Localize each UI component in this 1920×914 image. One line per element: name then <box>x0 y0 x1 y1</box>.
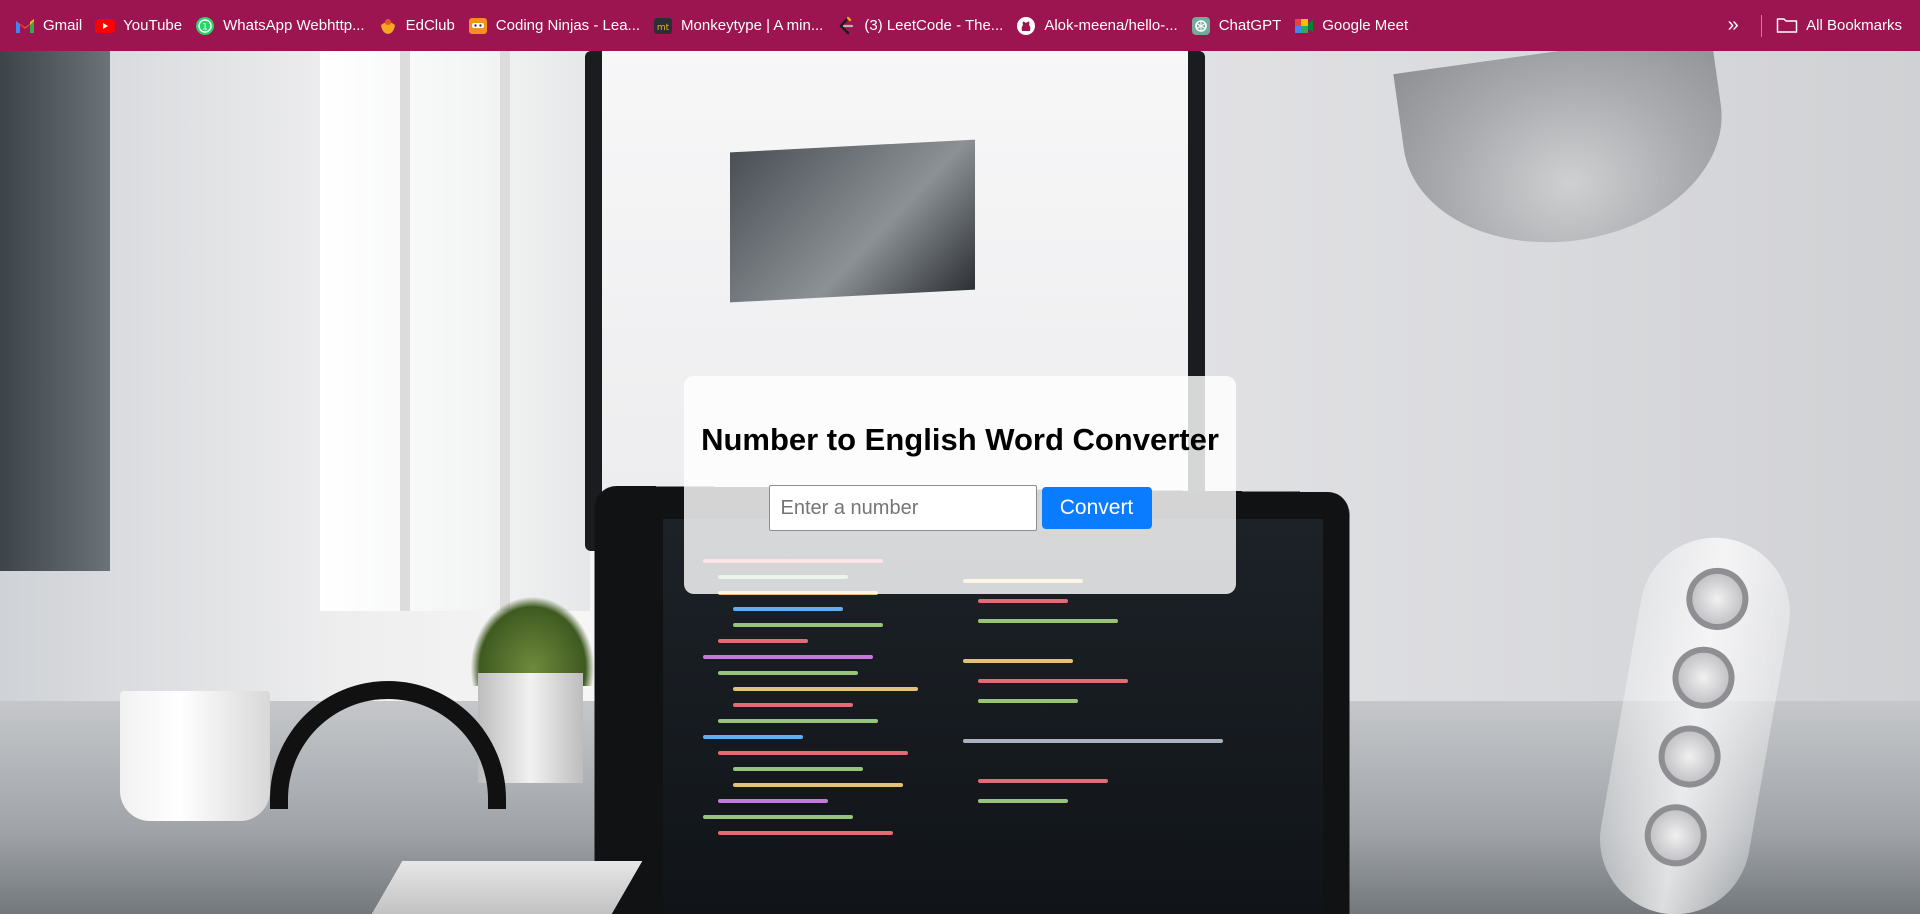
code-line <box>733 623 883 627</box>
all-bookmarks-label: All Bookmarks <box>1806 17 1902 34</box>
coffee-mug <box>120 691 270 821</box>
code-line <box>963 739 1223 743</box>
leetcode-icon <box>836 16 856 36</box>
code-line <box>718 799 828 803</box>
code-line <box>978 679 1128 683</box>
monitor-photo <box>730 139 975 303</box>
code-line <box>733 703 853 707</box>
speaker-ring <box>1667 641 1740 714</box>
code-line <box>733 607 843 611</box>
svg-text:mt: mt <box>657 23 670 33</box>
all-bookmarks-button[interactable]: All Bookmarks <box>1776 16 1920 36</box>
code-line <box>733 767 863 771</box>
code-line <box>963 659 1073 663</box>
google-meet-icon <box>1294 16 1314 36</box>
window <box>320 51 590 611</box>
desk-lamp <box>1393 51 1737 263</box>
bookmark-label: (3) LeetCode - The... <box>864 17 1004 34</box>
code-line <box>718 831 893 835</box>
bookmark-label: ChatGPT <box>1218 17 1282 34</box>
divider <box>1761 14 1763 37</box>
edclub-icon <box>378 16 398 36</box>
bookmark-github[interactable]: Alok-meena/hello-... <box>1013 10 1187 42</box>
speaker-ring <box>1653 720 1726 793</box>
gmail-icon <box>15 16 35 36</box>
converter-card: Number to English Word Converter Convert <box>684 376 1236 594</box>
number-input[interactable] <box>768 485 1037 531</box>
keyboard <box>367 861 643 914</box>
bookmark-chatgpt[interactable]: ChatGPT <box>1188 10 1292 42</box>
folder-icon <box>1776 16 1798 36</box>
bookmark-youtube[interactable]: YouTube <box>92 10 192 42</box>
window-frame <box>500 51 510 611</box>
bookmark-gmail[interactable]: Gmail <box>12 10 92 42</box>
monkeytype-icon: mt <box>653 16 673 36</box>
convert-button[interactable]: Convert <box>1041 487 1152 529</box>
bookmark-label: WhatsApp Webhttp... <box>223 17 365 34</box>
bookmark-coding-ninjas[interactable]: Coding Ninjas - Lea... <box>465 10 650 42</box>
code-line <box>703 815 853 819</box>
bookmark-google-meet[interactable]: Google Meet <box>1291 10 1418 42</box>
bookmark-label: EdClub <box>405 17 455 34</box>
youtube-icon <box>95 16 116 36</box>
speaker-ring <box>1681 563 1754 635</box>
chatgpt-icon <box>1191 16 1211 36</box>
code-line <box>718 719 878 723</box>
coding-ninjas-icon <box>468 16 488 36</box>
whatsapp-icon: 1 <box>195 16 215 36</box>
github-icon <box>1016 16 1036 36</box>
svg-text:1: 1 <box>202 22 208 32</box>
code-line <box>978 699 1078 703</box>
window-frame <box>400 51 410 611</box>
code-line <box>978 619 1118 623</box>
bookmark-label: Google Meet <box>1322 17 1409 34</box>
code-line <box>718 751 908 755</box>
bookmark-leetcode[interactable]: (3) LeetCode - The... <box>833 10 1013 42</box>
code-line <box>978 799 1068 803</box>
double-chevron-right-icon[interactable]: » <box>1719 12 1747 40</box>
bookmark-label: Monkeytype | A min... <box>681 17 824 34</box>
bookmarks-bar: Gmail YouTube 1 WhatsApp Webhttp... EdCl… <box>0 0 1920 51</box>
bookmark-label: YouTube <box>123 17 183 34</box>
code-line <box>733 687 918 691</box>
bookmark-whatsapp[interactable]: 1 WhatsApp Webhttp... <box>192 10 374 42</box>
code-line <box>978 599 1068 603</box>
bookmark-label: Gmail <box>43 17 83 34</box>
code-line <box>733 783 903 787</box>
bookmark-edclub[interactable]: EdClub <box>375 10 465 42</box>
code-line <box>718 671 858 675</box>
code-line <box>703 655 873 659</box>
bookmark-label: Coding Ninjas - Lea... <box>495 17 641 34</box>
page-title: Number to English Word Converter <box>701 422 1219 457</box>
converter-form: Convert <box>684 485 1236 531</box>
bookmark-label: Alok-meena/hello-... <box>1044 17 1178 34</box>
code-line <box>978 779 1108 783</box>
speaker-ring <box>1639 799 1712 872</box>
code-line <box>703 735 803 739</box>
wall-shadow <box>0 51 110 571</box>
code-line <box>718 639 808 643</box>
bookmark-monkeytype[interactable]: mt Monkeytype | A min... <box>650 10 833 42</box>
